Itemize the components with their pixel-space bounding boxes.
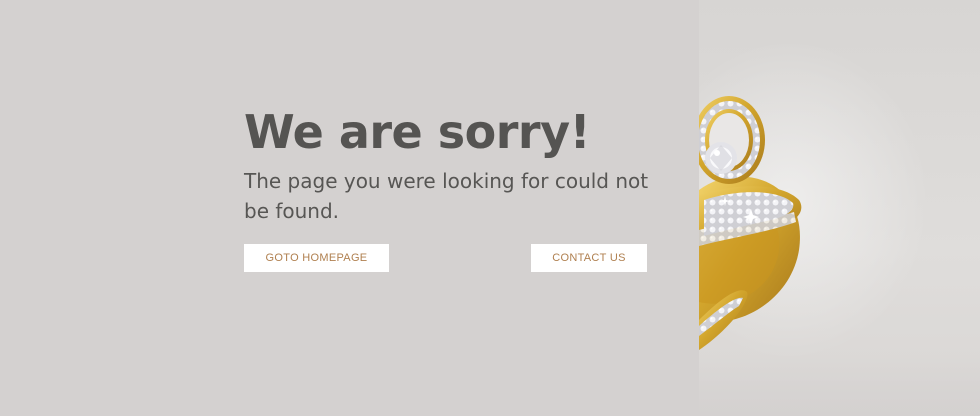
jewelry-rings-icon <box>699 40 929 360</box>
error-headline: We are sorry! <box>244 105 591 159</box>
error-message: The page you were looking for could not … <box>244 169 649 223</box>
error-content: We are sorry! The page you were looking … <box>244 104 664 226</box>
contact-us-button[interactable]: CONTACT US <box>531 244 647 272</box>
hero-image-panel <box>699 0 980 416</box>
hero-fade-overlay <box>699 356 980 416</box>
goto-homepage-button[interactable]: GOTO HOMEPAGE <box>244 244 389 272</box>
